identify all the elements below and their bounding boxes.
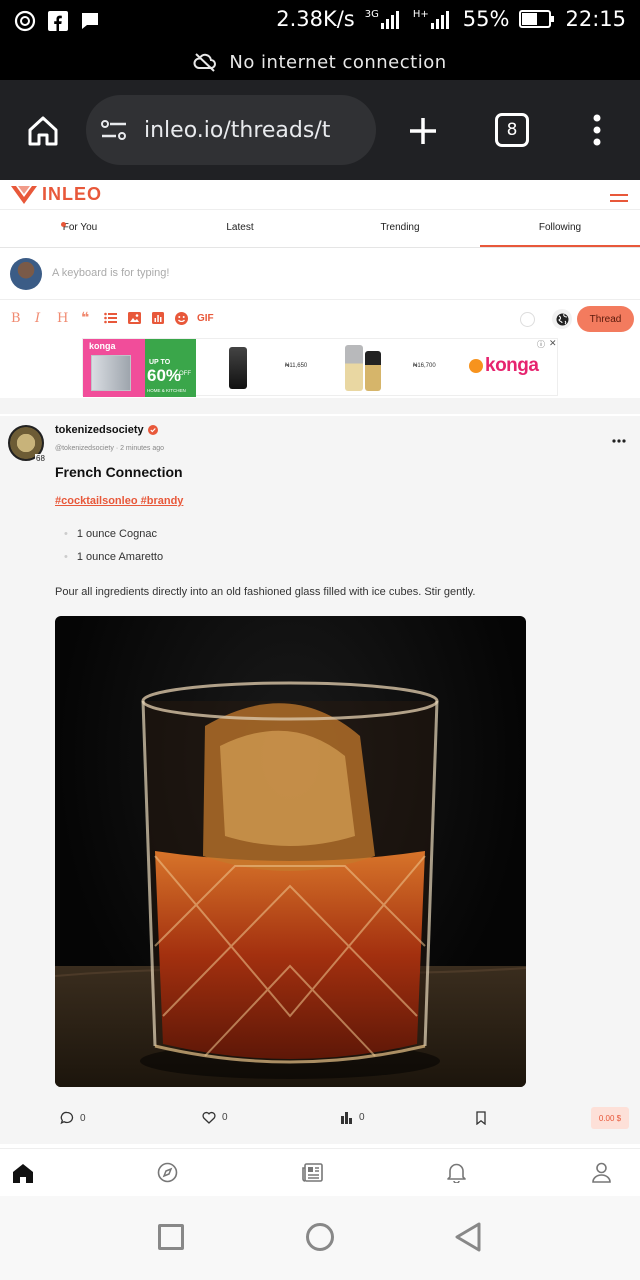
battery-icon: [519, 9, 555, 29]
browser-toolbar: inleo.io/threads/t 8: [0, 80, 640, 180]
ad-brand-small: konga: [89, 341, 116, 351]
site-header: INLEO: [0, 180, 640, 210]
post-options-icon[interactable]: [612, 430, 626, 448]
cloud-off-icon: [193, 52, 217, 72]
network-speed: 2.38K/s: [276, 7, 355, 31]
new-tab-button[interactable]: [402, 110, 444, 152]
site-settings-icon[interactable]: [100, 118, 128, 142]
char-counter-ring: [520, 312, 535, 327]
format-toolbar: B I H ❝ GIF Thread: [0, 300, 640, 338]
author-handle[interactable]: @tokenizedsociety · 2 minutes ago: [55, 445, 164, 452]
konga-logo-mark: [469, 359, 483, 373]
offline-banner: No internet connection: [0, 44, 640, 80]
facebook-icon: [48, 11, 68, 31]
bold-button[interactable]: B: [11, 311, 21, 326]
post-body: Pour all ingredients directly into an ol…: [55, 586, 476, 598]
home-system-button[interactable]: [306, 1223, 334, 1251]
message-icon: [80, 11, 100, 31]
ad-promo-top: UP TO: [149, 359, 171, 366]
gif-button[interactable]: GIF: [197, 313, 214, 324]
list-item: • 1 ounce Cognac: [64, 528, 157, 540]
ad-price-2: ₦16,700: [413, 363, 436, 369]
ad-promo-note: HOME & KITCHEN: [147, 388, 186, 393]
system-navigation-bar: [0, 1196, 640, 1280]
quote-button[interactable]: ❝: [81, 309, 89, 326]
emoji-icon[interactable]: [175, 312, 188, 325]
notification-dot: [61, 222, 66, 227]
battery-percent: 55%: [462, 7, 510, 31]
tab-for-you[interactable]: For You: [0, 210, 160, 247]
nav-home-icon[interactable]: [12, 1163, 34, 1183]
tab-latest[interactable]: Latest: [160, 210, 320, 247]
thread-post: 68 tokenizedsociety @tokenizedsociety · …: [0, 416, 640, 1144]
back-button[interactable]: [454, 1222, 482, 1252]
ad-phone-image-2: [345, 345, 363, 391]
clock: 22:15: [565, 7, 626, 31]
nav-news-icon[interactable]: [302, 1163, 323, 1182]
inleo-logo[interactable]: INLEO: [10, 184, 102, 205]
compose-input[interactable]: A keyboard is for typing!: [52, 267, 169, 279]
tab-following[interactable]: Following: [480, 210, 640, 247]
italic-button[interactable]: I: [35, 311, 40, 326]
ad-fridge-image: [91, 355, 131, 391]
like-button[interactable]: 0: [202, 1111, 228, 1124]
section-divider: [0, 398, 640, 414]
tab-trending[interactable]: Trending: [320, 210, 480, 247]
globe-icon[interactable]: [552, 309, 572, 329]
like-count: 0: [222, 1112, 228, 1123]
payout-badge[interactable]: 0.00 $: [591, 1107, 629, 1129]
tab-switcher-button[interactable]: 8: [495, 113, 529, 147]
status-bar: 2.38K/s 3G H+ 55% 22:15: [0, 0, 640, 44]
vpn-icon: [14, 10, 36, 32]
list-item: • 1 ounce Amaretto: [64, 551, 164, 563]
comment-count: 0: [80, 1112, 86, 1124]
ad-banner[interactable]: konga UP TO 60% OFF HOME & KITCHEN ₦11,6…: [82, 338, 558, 397]
home-button[interactable]: [22, 110, 64, 152]
bookmark-button[interactable]: [475, 1111, 487, 1125]
heading-button[interactable]: H: [57, 311, 68, 326]
ad-promo-sub: OFF: [179, 371, 191, 377]
verified-badge-icon: [148, 425, 158, 435]
image-upload-icon[interactable]: [128, 312, 141, 324]
ad-phone-image-3: [365, 351, 381, 391]
views-count: 0: [359, 1112, 365, 1123]
hamburger-menu-icon[interactable]: [610, 190, 628, 202]
url-bar[interactable]: inleo.io/threads/t: [86, 95, 376, 165]
tag-link[interactable]: #brandy: [141, 495, 184, 507]
url-text[interactable]: inleo.io/threads/t: [144, 118, 330, 143]
thread-button[interactable]: Thread: [577, 306, 634, 332]
post-title: French Connection: [55, 464, 183, 480]
author-name[interactable]: tokenizedsociety: [55, 424, 144, 436]
views-button[interactable]: 0: [340, 1111, 365, 1124]
konga-logo-text: konga: [485, 355, 539, 376]
more-menu-button[interactable]: [584, 110, 610, 150]
list-button[interactable]: [104, 312, 117, 324]
ad-phone-image-1: [229, 347, 247, 389]
ad-promo-pct: 60%: [147, 366, 182, 385]
nav-explore-icon[interactable]: [157, 1162, 178, 1183]
user-avatar[interactable]: [10, 258, 42, 290]
ingredients-list: • 1 ounce Cognac • 1 ounce Amaretto: [64, 528, 163, 574]
feed-tabs: For You Latest Trending Following: [0, 210, 640, 248]
tab-count: 8: [506, 120, 518, 140]
bottom-navigation: [0, 1148, 640, 1196]
ad-info-icon[interactable]: ⓘ: [537, 339, 545, 350]
tag-link[interactable]: #cocktailsonleo: [55, 495, 138, 507]
post-image[interactable]: [55, 616, 526, 1087]
reputation-badge: 68: [35, 454, 46, 463]
konga-logo[interactable]: konga: [469, 355, 539, 377]
signal-icon-1: 3G: [365, 9, 403, 29]
compose-box: A keyboard is for typing!: [0, 248, 640, 300]
recent-apps-button[interactable]: [158, 1224, 184, 1250]
post-tags: #cocktailsonleo #brandy: [55, 495, 183, 507]
ad-price-1: ₦11,650: [285, 363, 308, 369]
nav-profile-icon[interactable]: [592, 1162, 611, 1183]
ad-close-icon[interactable]: ✕: [549, 338, 557, 349]
nav-notifications-icon[interactable]: [447, 1162, 466, 1183]
signal-icon-2: H+: [413, 9, 453, 29]
poll-icon[interactable]: [152, 312, 164, 324]
offline-text: No internet connection: [229, 51, 447, 73]
comment-button[interactable]: 0: [60, 1111, 86, 1125]
ad-promo-panel[interactable]: konga UP TO 60% OFF HOME & KITCHEN: [83, 339, 196, 397]
